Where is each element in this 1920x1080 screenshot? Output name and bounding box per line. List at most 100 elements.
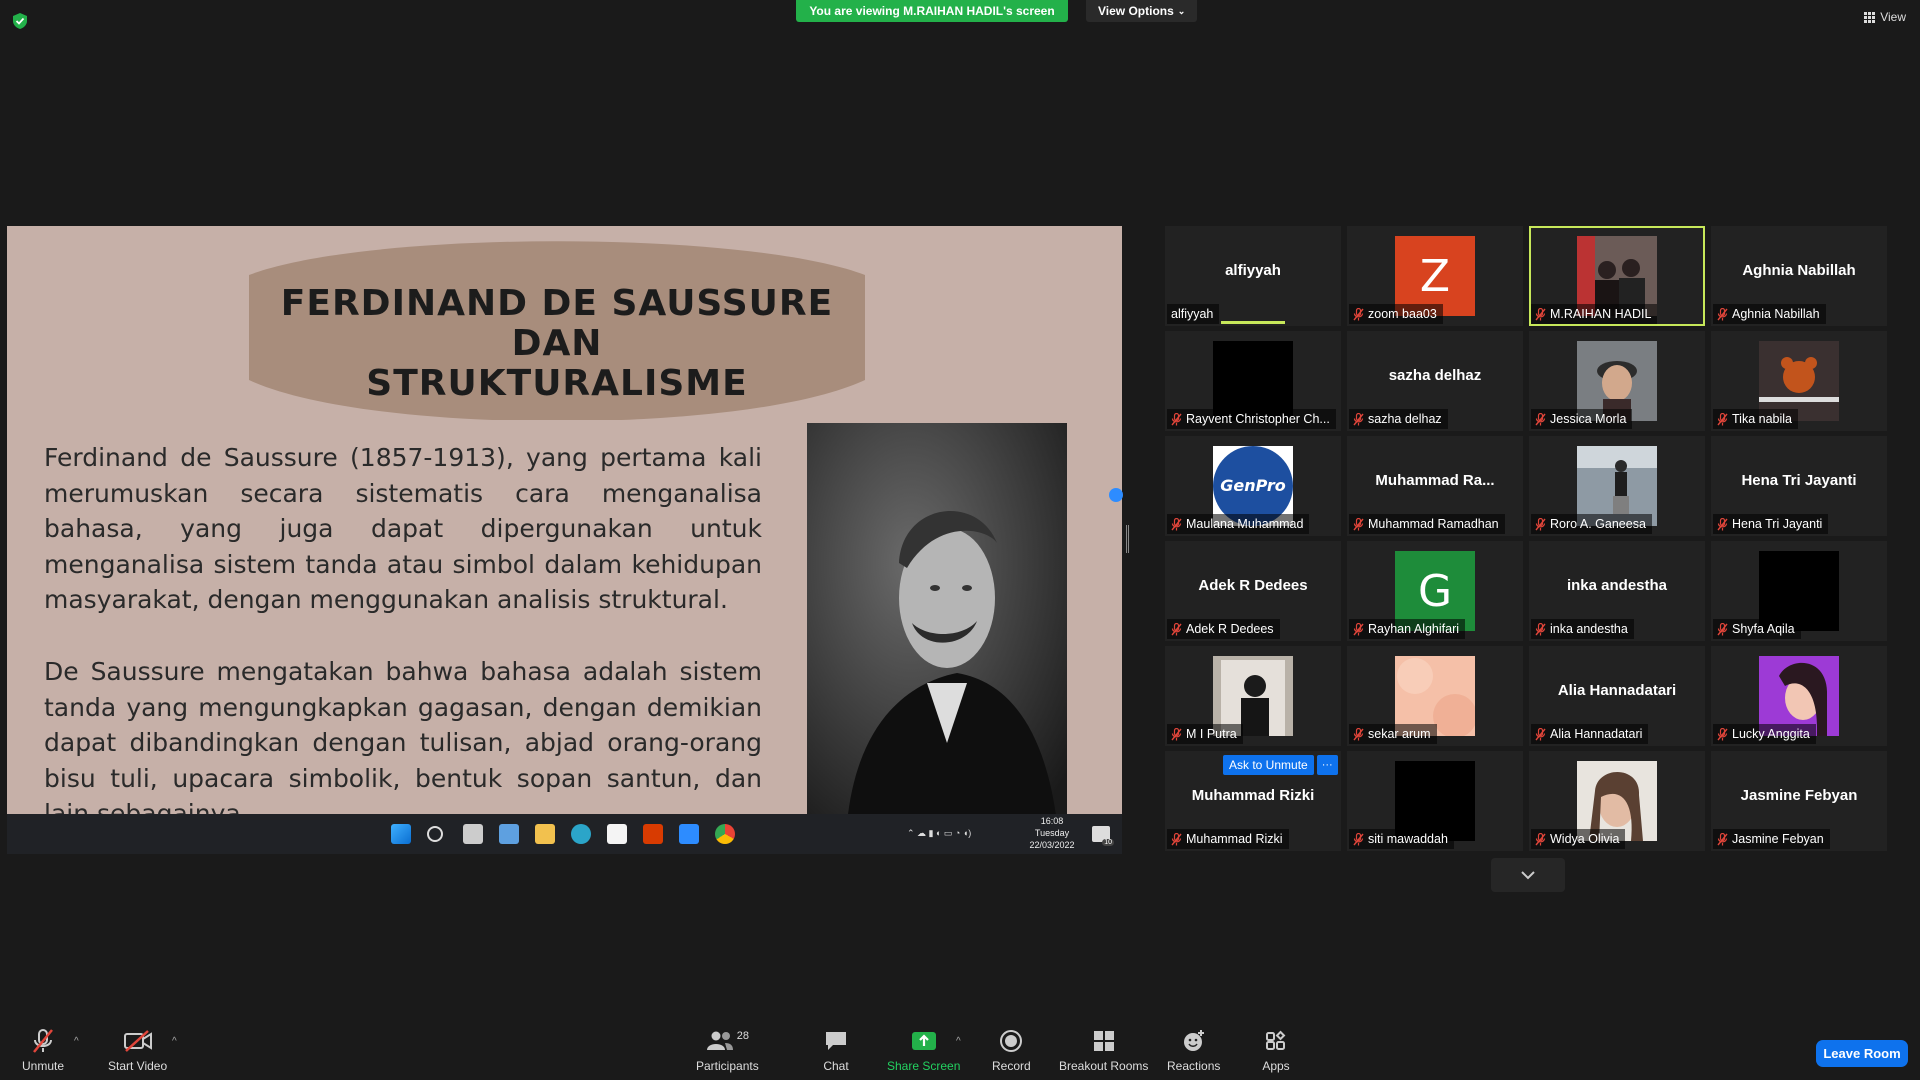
audio-options-caret[interactable]: ^ bbox=[74, 1036, 79, 1047]
apps-label: Apps bbox=[1262, 1059, 1290, 1073]
chevron-down-icon bbox=[1521, 871, 1535, 880]
muted-mic-icon bbox=[1717, 832, 1728, 845]
participant-name-label: zoom baa03 bbox=[1349, 304, 1443, 324]
participant-name: Tika nabila bbox=[1732, 412, 1792, 426]
share-options-caret[interactable]: ^ bbox=[956, 1036, 961, 1047]
file-explorer-icon[interactable] bbox=[535, 824, 555, 844]
muted-mic-icon bbox=[1171, 517, 1182, 530]
muted-mic-icon bbox=[1535, 622, 1546, 635]
start-video-button[interactable]: Start Video bbox=[108, 1028, 167, 1073]
widgets-icon[interactable] bbox=[499, 824, 519, 844]
participant-tile[interactable]: Rayvent Christopher Ch... bbox=[1165, 331, 1341, 431]
muted-mic-icon bbox=[1717, 412, 1728, 425]
participant-tile[interactable]: Widya Olivia bbox=[1529, 751, 1705, 851]
participant-tile[interactable]: sekar arum bbox=[1347, 646, 1523, 746]
participant-tile[interactable]: Adek R Dedees Adek R Dedees bbox=[1165, 541, 1341, 641]
remote-control-handle-icon[interactable] bbox=[1109, 488, 1123, 502]
shared-screen[interactable]: FERDINAND DE SAUSSURE DAN STRUKTURALISME… bbox=[7, 226, 1122, 854]
muted-mic-icon bbox=[1717, 622, 1728, 635]
share-screen-icon bbox=[908, 1028, 940, 1054]
participant-tile[interactable]: Alia Hannadatari Alia Hannadatari bbox=[1529, 646, 1705, 746]
office-icon[interactable] bbox=[643, 824, 663, 844]
muted-mic-icon bbox=[1171, 727, 1182, 740]
muted-mic-icon bbox=[1535, 412, 1546, 425]
participant-name: inka andestha bbox=[1550, 622, 1628, 636]
participants-button[interactable]: 28 Participants bbox=[696, 1028, 759, 1073]
participant-tile[interactable]: G Rayhan Alghifari bbox=[1347, 541, 1523, 641]
more-options-button[interactable]: ··· bbox=[1316, 755, 1338, 775]
notification-icon[interactable]: 10 bbox=[1092, 826, 1114, 846]
record-button[interactable]: Record bbox=[992, 1028, 1031, 1073]
participant-tile[interactable]: Muhammad Ra... Muhammad Ramadhan bbox=[1347, 436, 1523, 536]
muted-mic-icon bbox=[1717, 727, 1728, 740]
participant-name-label: siti mawaddah bbox=[1349, 829, 1454, 849]
participant-tile[interactable]: Muhammad Rizki Ask to Unmute ··· Muhammad R… bbox=[1165, 751, 1341, 851]
chrome-icon[interactable] bbox=[715, 824, 735, 844]
muted-mic-icon bbox=[1353, 832, 1364, 845]
breakout-rooms-icon bbox=[1088, 1028, 1120, 1054]
grid-view-icon bbox=[1864, 11, 1876, 23]
participant-display-name: Aghnia Nabillah bbox=[1742, 262, 1856, 279]
participant-tile[interactable]: Aghnia Nabillah Aghnia Nabillah bbox=[1711, 226, 1887, 326]
gallery-next-page-button[interactable] bbox=[1491, 858, 1565, 892]
store-icon[interactable] bbox=[607, 824, 627, 844]
leave-room-button[interactable]: Leave Room bbox=[1816, 1040, 1908, 1067]
participant-tile[interactable]: Lucky Anggita bbox=[1711, 646, 1887, 746]
participant-gallery: alfiyyah alfiyyah Zzoom baa03 M.RAIHAN HADI… bbox=[1165, 226, 1889, 854]
participant-tile[interactable]: siti mawaddah bbox=[1347, 751, 1523, 851]
participant-tile[interactable]: Jessica Morla bbox=[1529, 331, 1705, 431]
participant-name: Rayhan Alghifari bbox=[1368, 622, 1460, 636]
tray-icons[interactable]: ⌃ ☁ ▮ ◐ ▭ ◔ ◖) bbox=[907, 828, 971, 839]
reactions-button[interactable]: Reactions bbox=[1167, 1028, 1220, 1073]
windows-taskbar: ⌃ ☁ ▮ ◐ ▭ ◔ ◖) 16:08 Tuesday 22/03/2022 … bbox=[7, 814, 1122, 854]
participant-tile[interactable]: M I Putra bbox=[1165, 646, 1341, 746]
participant-tile[interactable]: Tika nabila bbox=[1711, 331, 1887, 431]
participant-tile[interactable]: sazha delhaz sazha delhaz bbox=[1347, 331, 1523, 431]
task-view-icon[interactable] bbox=[463, 824, 483, 844]
participant-tile[interactable]: GenPro Maulana Muhammad bbox=[1165, 436, 1341, 536]
avatar-photo-text: GenPro bbox=[1220, 476, 1286, 495]
participant-name-label: Widya Olivia bbox=[1531, 829, 1626, 849]
breakout-rooms-button[interactable]: Breakout Rooms bbox=[1059, 1028, 1148, 1073]
view-options-label: View Options bbox=[1098, 4, 1174, 18]
shield-icon[interactable] bbox=[12, 12, 28, 30]
edge-icon[interactable] bbox=[571, 824, 591, 844]
chat-button[interactable]: Chat bbox=[820, 1028, 852, 1073]
participant-name-label: Maulana Muhammad bbox=[1167, 514, 1310, 534]
participant-tile[interactable]: inka andestha inka andestha bbox=[1529, 541, 1705, 641]
participant-display-name: inka andestha bbox=[1566, 577, 1668, 594]
participant-name-label: inka andestha bbox=[1531, 619, 1634, 639]
record-icon bbox=[995, 1028, 1027, 1054]
video-options-caret[interactable]: ^ bbox=[172, 1036, 177, 1047]
view-button[interactable]: View bbox=[1864, 10, 1906, 24]
windows-start-icon[interactable] bbox=[391, 824, 411, 844]
participant-name: Muhammad Ramadhan bbox=[1368, 517, 1499, 531]
participant-tile[interactable]: Shyfa Aqila bbox=[1711, 541, 1887, 641]
apps-button[interactable]: Apps bbox=[1260, 1028, 1292, 1073]
participant-tile[interactable]: Zzoom baa03 bbox=[1347, 226, 1523, 326]
participants-icon: 28 bbox=[699, 1028, 755, 1054]
ask-to-unmute-button[interactable]: Ask to Unmute bbox=[1223, 755, 1314, 775]
muted-mic-icon bbox=[1535, 307, 1546, 320]
participant-tile[interactable]: Roro A. Ganeesa bbox=[1529, 436, 1705, 536]
participant-tile[interactable]: Hena Tri Jayanti Hena Tri Jayanti bbox=[1711, 436, 1887, 536]
share-screen-button[interactable]: Share Screen bbox=[887, 1028, 960, 1073]
participant-name-label: Jessica Morla bbox=[1531, 409, 1633, 429]
zoom-window: You are viewing M.RAIHAN HADIL's screen … bbox=[0, 0, 1920, 1080]
muted-mic-icon bbox=[1171, 832, 1182, 845]
muted-mic-icon bbox=[1171, 622, 1182, 635]
participant-tile[interactable]: Jasmine Febyan Jasmine Febyan bbox=[1711, 751, 1887, 851]
panel-splitter[interactable] bbox=[1126, 525, 1129, 553]
view-label: View bbox=[1880, 10, 1906, 24]
taskbar-clock[interactable]: 16:08 Tuesday 22/03/2022 bbox=[1022, 814, 1082, 851]
participant-name-label: M I Putra bbox=[1167, 724, 1243, 744]
slide-title: FERDINAND DE SAUSSURE DAN STRUKTURALISME bbox=[247, 284, 867, 404]
participant-tile[interactable]: alfiyyah alfiyyah bbox=[1165, 226, 1341, 326]
view-options-button[interactable]: View Options ⌄ bbox=[1086, 0, 1198, 22]
chat-icon bbox=[820, 1028, 852, 1054]
search-icon[interactable] bbox=[427, 826, 443, 842]
unmute-button[interactable]: Unmute bbox=[22, 1028, 64, 1073]
zoom-app-icon[interactable] bbox=[679, 824, 699, 844]
participant-tile[interactable]: M.RAIHAN HADIL bbox=[1529, 226, 1705, 326]
participant-name: Jasmine Febyan bbox=[1732, 832, 1824, 846]
